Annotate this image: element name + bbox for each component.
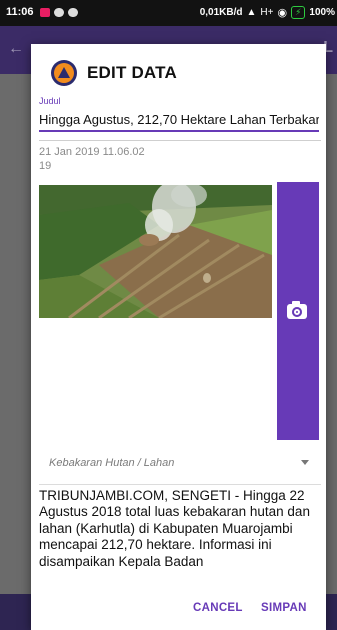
dialog-title: EDIT DATA [87,63,177,82]
cancel-button[interactable]: CANCEL [193,602,243,614]
battery-icon: ⚡ [291,6,306,19]
news-photo [39,185,272,318]
notification-icons [40,8,78,17]
status-time: 11:06 [6,6,34,18]
save-button[interactable]: SIMPAN [261,602,307,614]
app-notification-icon [40,8,50,17]
network-type: H+ [260,7,274,18]
dialog-actions: CANCEL SIMPAN [31,592,326,630]
judul-input[interactable] [39,108,319,132]
body-textarea[interactable]: TRIBUNJAMBI.COM, SENGETI - Hingga 22 Agu… [39,488,325,583]
dropdown-divider [39,484,321,485]
category-dropdown[interactable]: Kebakaran Hutan / Lahan [39,452,321,485]
category-value: Kebakaran Hutan / Lahan [49,457,175,469]
camera-button[interactable] [277,182,319,440]
dialog-header: EDIT DATA [51,60,177,86]
message-notification-icon [68,8,78,17]
number-text: 19 [39,160,52,172]
message-notification-icon [54,8,64,17]
camera-icon [287,301,307,319]
judul-label: Judul [39,96,61,106]
signal-icon: ▲ [246,7,257,18]
back-arrow-icon: ← [8,40,24,57]
date-text: 21 Jan 2019 11.06.02 [39,146,145,158]
battery-level: 100% [309,7,335,18]
network-speed: 0,01KB/d [199,7,243,18]
dropdown-arrow-icon [301,460,309,465]
status-right: 0,01KB/d ▲ H+ ◉ ⚡ 100% [200,6,335,19]
wifi-icon: ◉ [277,7,288,19]
divider [39,140,321,141]
status-bar: 11:06 0,01KB/d ▲ H+ ◉ ⚡ 100% [0,0,337,26]
bnpb-logo-icon [51,60,77,86]
edit-data-dialog: EDIT DATA Judul 21 Jan 2019 11.06.02 19 … [31,44,326,630]
